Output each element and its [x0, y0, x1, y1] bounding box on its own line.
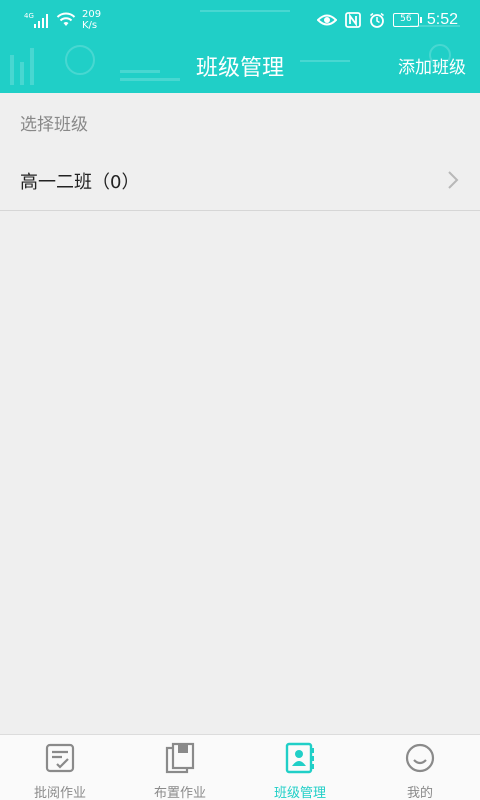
section-label: 选择班级: [20, 115, 88, 135]
add-class-button[interactable]: 添加班级: [398, 53, 466, 78]
eye-icon: [316, 14, 337, 26]
assign-homework-icon: [165, 742, 195, 774]
status-bar: 4G 209 K/s 56 5:52: [0, 0, 480, 38]
wifi-icon: [56, 12, 76, 26]
network-speed-value: 209: [82, 9, 102, 20]
nfc-icon: [344, 12, 361, 28]
network-speed-unit: K/s: [82, 20, 98, 31]
signal-icon: 4G: [24, 12, 48, 28]
nav-label-assign-homework: 布置作业: [153, 786, 206, 800]
chevron-right-icon: [448, 171, 459, 189]
alarm-icon: [369, 12, 384, 28]
nav-label-review-homework: 批阅作业: [33, 786, 86, 800]
class-management-icon: [285, 742, 314, 774]
battery-icon: 56: [392, 13, 422, 27]
status-time: 5:52: [426, 11, 458, 28]
nav-label-class-management: 班级管理: [273, 786, 326, 800]
nav-item-assign-homework[interactable]: 布置作业: [120, 735, 240, 800]
network-speed: 209 K/s: [82, 9, 101, 31]
bottom-navigation: 批阅作业 布置作业 班级管理 我的: [0, 734, 480, 800]
nav-item-class-management[interactable]: 班级管理: [240, 735, 360, 800]
nav-item-profile[interactable]: 我的: [360, 735, 480, 800]
class-list-item[interactable]: 高一二班（0）: [0, 150, 480, 211]
review-homework-icon: [45, 743, 75, 773]
network-type-label: 4G: [24, 12, 34, 20]
profile-icon: [405, 743, 435, 773]
class-name: 高一二班（0）: [20, 172, 140, 193]
nav-item-review-homework[interactable]: 批阅作业: [0, 735, 120, 800]
nav-label-profile: 我的: [406, 786, 433, 800]
app-header: 4G 209 K/s 56 5:52 班级管理 添加班级: [0, 0, 480, 93]
title-bar: 班级管理 添加班级: [0, 40, 480, 90]
